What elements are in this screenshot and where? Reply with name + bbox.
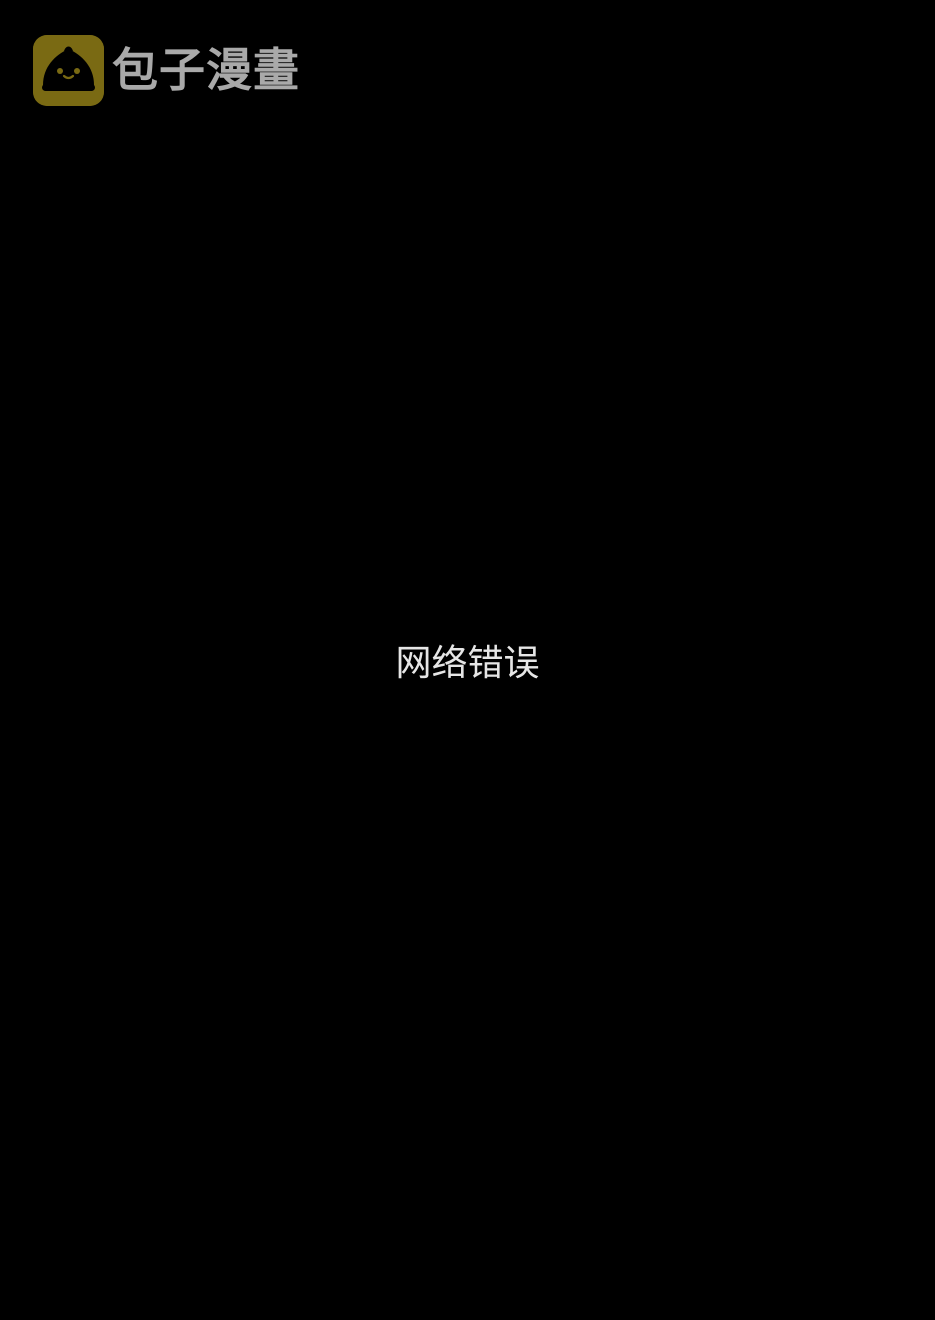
network-error-message: 网络错误 xyxy=(395,643,540,684)
brand-watermark: 包子漫畫 xyxy=(33,35,300,106)
brand-name: 包子漫畫 xyxy=(112,43,300,97)
steamed-bun-logo-icon xyxy=(33,35,104,106)
